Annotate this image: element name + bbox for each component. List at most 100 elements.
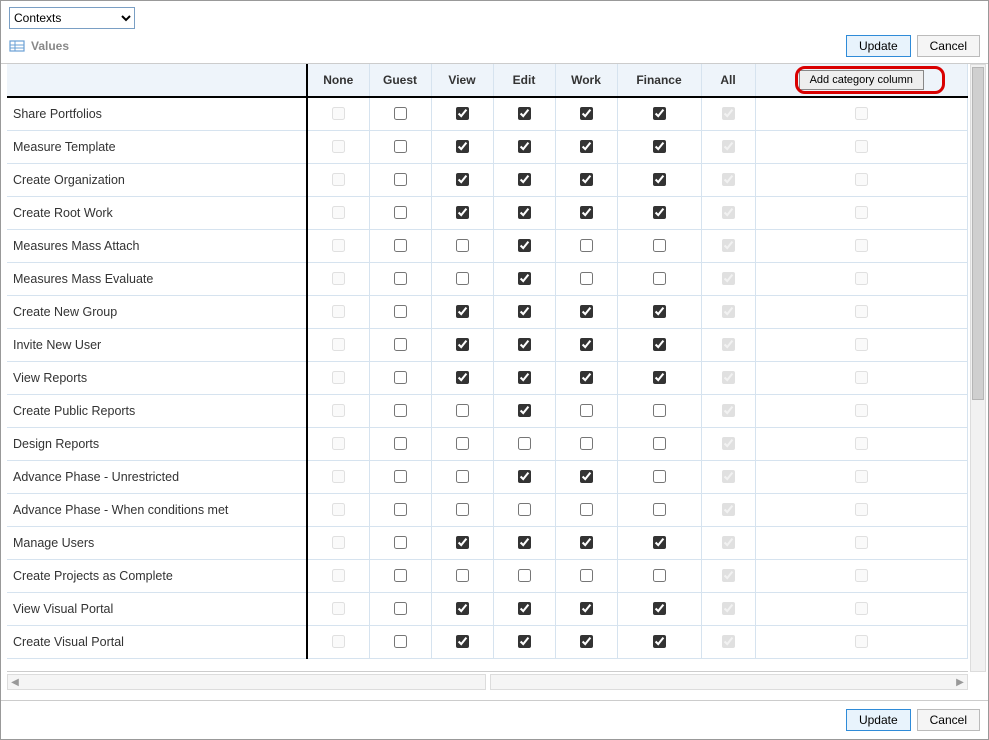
- checkbox-edit[interactable]: [518, 503, 531, 516]
- checkbox-guest[interactable]: [394, 536, 407, 549]
- checkbox-view[interactable]: [456, 635, 469, 648]
- checkbox-finance[interactable]: [653, 569, 666, 582]
- checkbox-guest[interactable]: [394, 305, 407, 318]
- table-row: Measure Template: [7, 130, 968, 163]
- checkbox-edit[interactable]: [518, 602, 531, 615]
- checkbox-work[interactable]: [580, 272, 593, 285]
- checkbox-finance[interactable]: [653, 206, 666, 219]
- checkbox-work[interactable]: [580, 206, 593, 219]
- checkbox-finance[interactable]: [653, 272, 666, 285]
- checkbox-work[interactable]: [580, 338, 593, 351]
- checkbox-edit[interactable]: [518, 140, 531, 153]
- checkbox-guest[interactable]: [394, 602, 407, 615]
- checkbox-work[interactable]: [580, 140, 593, 153]
- checkbox-edit[interactable]: [518, 635, 531, 648]
- checkbox-guest[interactable]: [394, 470, 407, 483]
- cancel-button-bottom[interactable]: Cancel: [917, 709, 980, 731]
- checkbox-finance[interactable]: [653, 107, 666, 120]
- checkbox-guest[interactable]: [394, 338, 407, 351]
- checkbox-view[interactable]: [456, 338, 469, 351]
- checkbox-edit[interactable]: [518, 470, 531, 483]
- checkbox-work[interactable]: [580, 635, 593, 648]
- checkbox-view[interactable]: [456, 503, 469, 516]
- checkbox-finance[interactable]: [653, 536, 666, 549]
- checkbox-edit[interactable]: [518, 536, 531, 549]
- checkbox-work[interactable]: [580, 569, 593, 582]
- checkbox-guest[interactable]: [394, 635, 407, 648]
- checkbox-work[interactable]: [580, 503, 593, 516]
- checkbox-guest[interactable]: [394, 404, 407, 417]
- cancel-button-top[interactable]: Cancel: [917, 35, 980, 57]
- checkbox-work[interactable]: [580, 602, 593, 615]
- checkbox-view[interactable]: [456, 536, 469, 549]
- checkbox-edit[interactable]: [518, 569, 531, 582]
- checkbox-view[interactable]: [456, 371, 469, 384]
- checkbox-finance[interactable]: [653, 305, 666, 318]
- checkbox-work[interactable]: [580, 371, 593, 384]
- checkbox-edit[interactable]: [518, 173, 531, 186]
- checkbox-edit[interactable]: [518, 305, 531, 318]
- checkbox-view[interactable]: [456, 107, 469, 120]
- checkbox-finance[interactable]: [653, 437, 666, 450]
- checkbox-view[interactable]: [456, 206, 469, 219]
- checkbox-view[interactable]: [456, 437, 469, 450]
- chevron-left-icon[interactable]: ◀: [8, 675, 22, 689]
- checkbox-edit[interactable]: [518, 338, 531, 351]
- horizontal-scrollbar[interactable]: ◀ ▶: [7, 674, 968, 690]
- checkbox-view[interactable]: [456, 140, 469, 153]
- checkbox-edit[interactable]: [518, 239, 531, 252]
- checkbox-view[interactable]: [456, 173, 469, 186]
- checkbox-finance[interactable]: [653, 602, 666, 615]
- add-category-button[interactable]: Add category column: [799, 70, 924, 90]
- checkbox-guest[interactable]: [394, 107, 407, 120]
- checkbox-work[interactable]: [580, 536, 593, 549]
- checkbox-view[interactable]: [456, 404, 469, 417]
- checkbox-finance[interactable]: [653, 239, 666, 252]
- checkbox-work[interactable]: [580, 404, 593, 417]
- cell-finance: [617, 262, 701, 295]
- checkbox-view[interactable]: [456, 239, 469, 252]
- checkbox-view[interactable]: [456, 470, 469, 483]
- update-button-top[interactable]: Update: [846, 35, 911, 57]
- checkbox-guest[interactable]: [394, 371, 407, 384]
- checkbox-guest[interactable]: [394, 173, 407, 186]
- update-button-bottom[interactable]: Update: [846, 709, 911, 731]
- checkbox-guest[interactable]: [394, 569, 407, 582]
- checkbox-edit[interactable]: [518, 107, 531, 120]
- checkbox-guest[interactable]: [394, 503, 407, 516]
- checkbox-finance[interactable]: [653, 371, 666, 384]
- checkbox-work[interactable]: [580, 239, 593, 252]
- vertical-scrollbar[interactable]: [970, 64, 986, 672]
- checkbox-edit[interactable]: [518, 206, 531, 219]
- table-scroll-area: None Guest View Edit Work Finance All Ad…: [1, 64, 988, 700]
- checkbox-edit[interactable]: [518, 371, 531, 384]
- checkbox-guest[interactable]: [394, 239, 407, 252]
- checkbox-finance[interactable]: [653, 635, 666, 648]
- context-dropdown[interactable]: Contexts: [9, 7, 135, 29]
- checkbox-work[interactable]: [580, 107, 593, 120]
- checkbox-work[interactable]: [580, 173, 593, 186]
- row-label: Create Public Reports: [7, 394, 307, 427]
- checkbox-view[interactable]: [456, 602, 469, 615]
- checkbox-view[interactable]: [456, 569, 469, 582]
- checkbox-view[interactable]: [456, 305, 469, 318]
- checkbox-guest[interactable]: [394, 206, 407, 219]
- checkbox-finance[interactable]: [653, 503, 666, 516]
- checkbox-guest[interactable]: [394, 140, 407, 153]
- checkbox-finance[interactable]: [653, 173, 666, 186]
- checkbox-finance[interactable]: [653, 470, 666, 483]
- cell-guest: [369, 130, 431, 163]
- checkbox-guest[interactable]: [394, 437, 407, 450]
- checkbox-finance[interactable]: [653, 404, 666, 417]
- checkbox-edit[interactable]: [518, 272, 531, 285]
- checkbox-work[interactable]: [580, 437, 593, 450]
- checkbox-guest[interactable]: [394, 272, 407, 285]
- checkbox-finance[interactable]: [653, 338, 666, 351]
- checkbox-work[interactable]: [580, 305, 593, 318]
- checkbox-edit[interactable]: [518, 404, 531, 417]
- checkbox-finance[interactable]: [653, 140, 666, 153]
- checkbox-edit[interactable]: [518, 437, 531, 450]
- chevron-right-icon[interactable]: ▶: [953, 675, 967, 689]
- checkbox-work[interactable]: [580, 470, 593, 483]
- checkbox-view[interactable]: [456, 272, 469, 285]
